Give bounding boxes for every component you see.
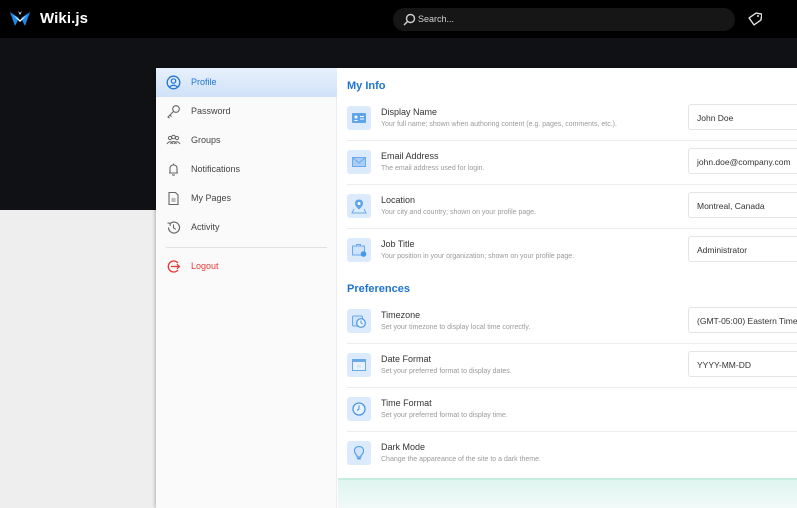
row-divider [347, 343, 797, 344]
sidebar-item-label: Logout [191, 261, 219, 271]
document-icon [168, 191, 179, 206]
setting-description: Your position in your organization; show… [381, 253, 575, 260]
job-title-field[interactable]: Administrator [688, 236, 797, 262]
sidebar-item-activity[interactable]: Activity [156, 213, 337, 242]
id-card-icon [352, 113, 366, 123]
account-circle-icon [166, 75, 181, 90]
profile-content: My Info Display Name Your full name; sho… [338, 68, 797, 508]
search-input[interactable]: Search... [393, 8, 735, 31]
key-icon [167, 105, 180, 119]
sidebar-item-label: Activity [191, 222, 220, 232]
section-title-my-info: My Info [347, 80, 386, 92]
setting-description: Your city and country; shown on your pro… [381, 209, 537, 216]
save-bar [338, 478, 797, 508]
setting-title: Email Address [381, 151, 439, 161]
clock-icon [352, 402, 366, 416]
groups-icon [166, 134, 181, 145]
location-field[interactable]: Montreal, Canada [688, 192, 797, 218]
sidebar-item-label: Groups [191, 135, 221, 145]
setting-description: Set your timezone to display local time … [381, 324, 531, 331]
setting-title: Location [381, 195, 416, 205]
setting-title: Time Format [381, 398, 432, 408]
section-title-preferences: Preferences [347, 283, 410, 295]
envelope-icon [352, 157, 366, 167]
setting-title: Dark Mode [381, 442, 426, 452]
briefcase-icon [352, 244, 367, 257]
logout-icon [167, 260, 181, 273]
setting-title: Timezone [381, 310, 421, 320]
display-name-field[interactable]: John Doe [688, 104, 797, 130]
setting-description: The email address used for login. [381, 165, 485, 172]
sidebar-divider [166, 247, 327, 248]
setting-row-display-name: Display Name Your full name; shown when … [338, 100, 797, 144]
profile-panel: Profile Password Groups Notifications My… [156, 68, 797, 508]
date-format-select[interactable]: YYYY-MM-DD [688, 351, 797, 377]
timezone-select[interactable]: (GMT-05:00) Eastern Time [688, 307, 797, 333]
sidebar-item-label: Profile [191, 77, 217, 87]
calendar-icon [352, 359, 366, 371]
row-divider [347, 228, 797, 229]
row-divider [347, 140, 797, 141]
setting-row-timezone: Timezone Set your timezone to display lo… [338, 303, 797, 347]
setting-title: Date Format [381, 354, 432, 364]
sidebar-item-label: Notifications [191, 164, 241, 174]
setting-title: Display Name [381, 107, 438, 117]
setting-row-date-format: Date Format Set your preferred format to… [338, 347, 797, 391]
history-icon [167, 221, 181, 234]
row-divider [347, 184, 797, 185]
sidebar-item-my-pages[interactable]: My Pages [156, 184, 337, 213]
bell-icon [169, 163, 178, 176]
timezone-icon [352, 315, 366, 328]
setting-description: Change the appareance of the site to a d… [381, 456, 541, 463]
setting-row-time-format: Time Format Set your preferred format to… [338, 391, 797, 435]
tag-icon[interactable] [748, 12, 762, 26]
sidebar-item-logout[interactable]: Logout [156, 252, 337, 281]
setting-description: Set your preferred format to display tim… [381, 412, 508, 419]
brand-name[interactable]: Wiki.js [40, 10, 88, 27]
search-placeholder: Search... [418, 14, 455, 24]
setting-row-location: Location Your city and country; shown on… [338, 188, 797, 232]
setting-row-job-title: Job Title Your position in your organiza… [338, 232, 797, 276]
sidebar-item-label: Password [191, 106, 231, 116]
wikijs-logo-icon[interactable] [9, 9, 31, 29]
row-divider [347, 431, 797, 432]
map-pin-icon [351, 199, 367, 214]
setting-title: Job Title [381, 239, 415, 249]
sidebar-item-groups[interactable]: Groups [156, 126, 337, 155]
setting-description: Your full name; shown when authoring con… [381, 121, 617, 128]
sidebar-item-profile[interactable]: Profile [156, 68, 337, 97]
sidebar-item-password[interactable]: Password [156, 97, 337, 126]
email-field[interactable]: john.doe@company.com [688, 148, 797, 174]
setting-row-email: Email Address The email address used for… [338, 144, 797, 188]
sidebar-item-notifications[interactable]: Notifications [156, 155, 337, 184]
top-navbar: Wiki.js Search... [0, 0, 797, 38]
sidebar-item-label: My Pages [191, 193, 232, 203]
row-divider [347, 387, 797, 388]
lightbulb-icon [353, 445, 365, 460]
profile-sidebar: Profile Password Groups Notifications My… [156, 68, 337, 508]
setting-description: Set your preferred format to display dat… [381, 368, 512, 375]
setting-row-dark-mode: Dark Mode Change the appareance of the s… [338, 435, 797, 479]
search-icon [403, 13, 416, 26]
